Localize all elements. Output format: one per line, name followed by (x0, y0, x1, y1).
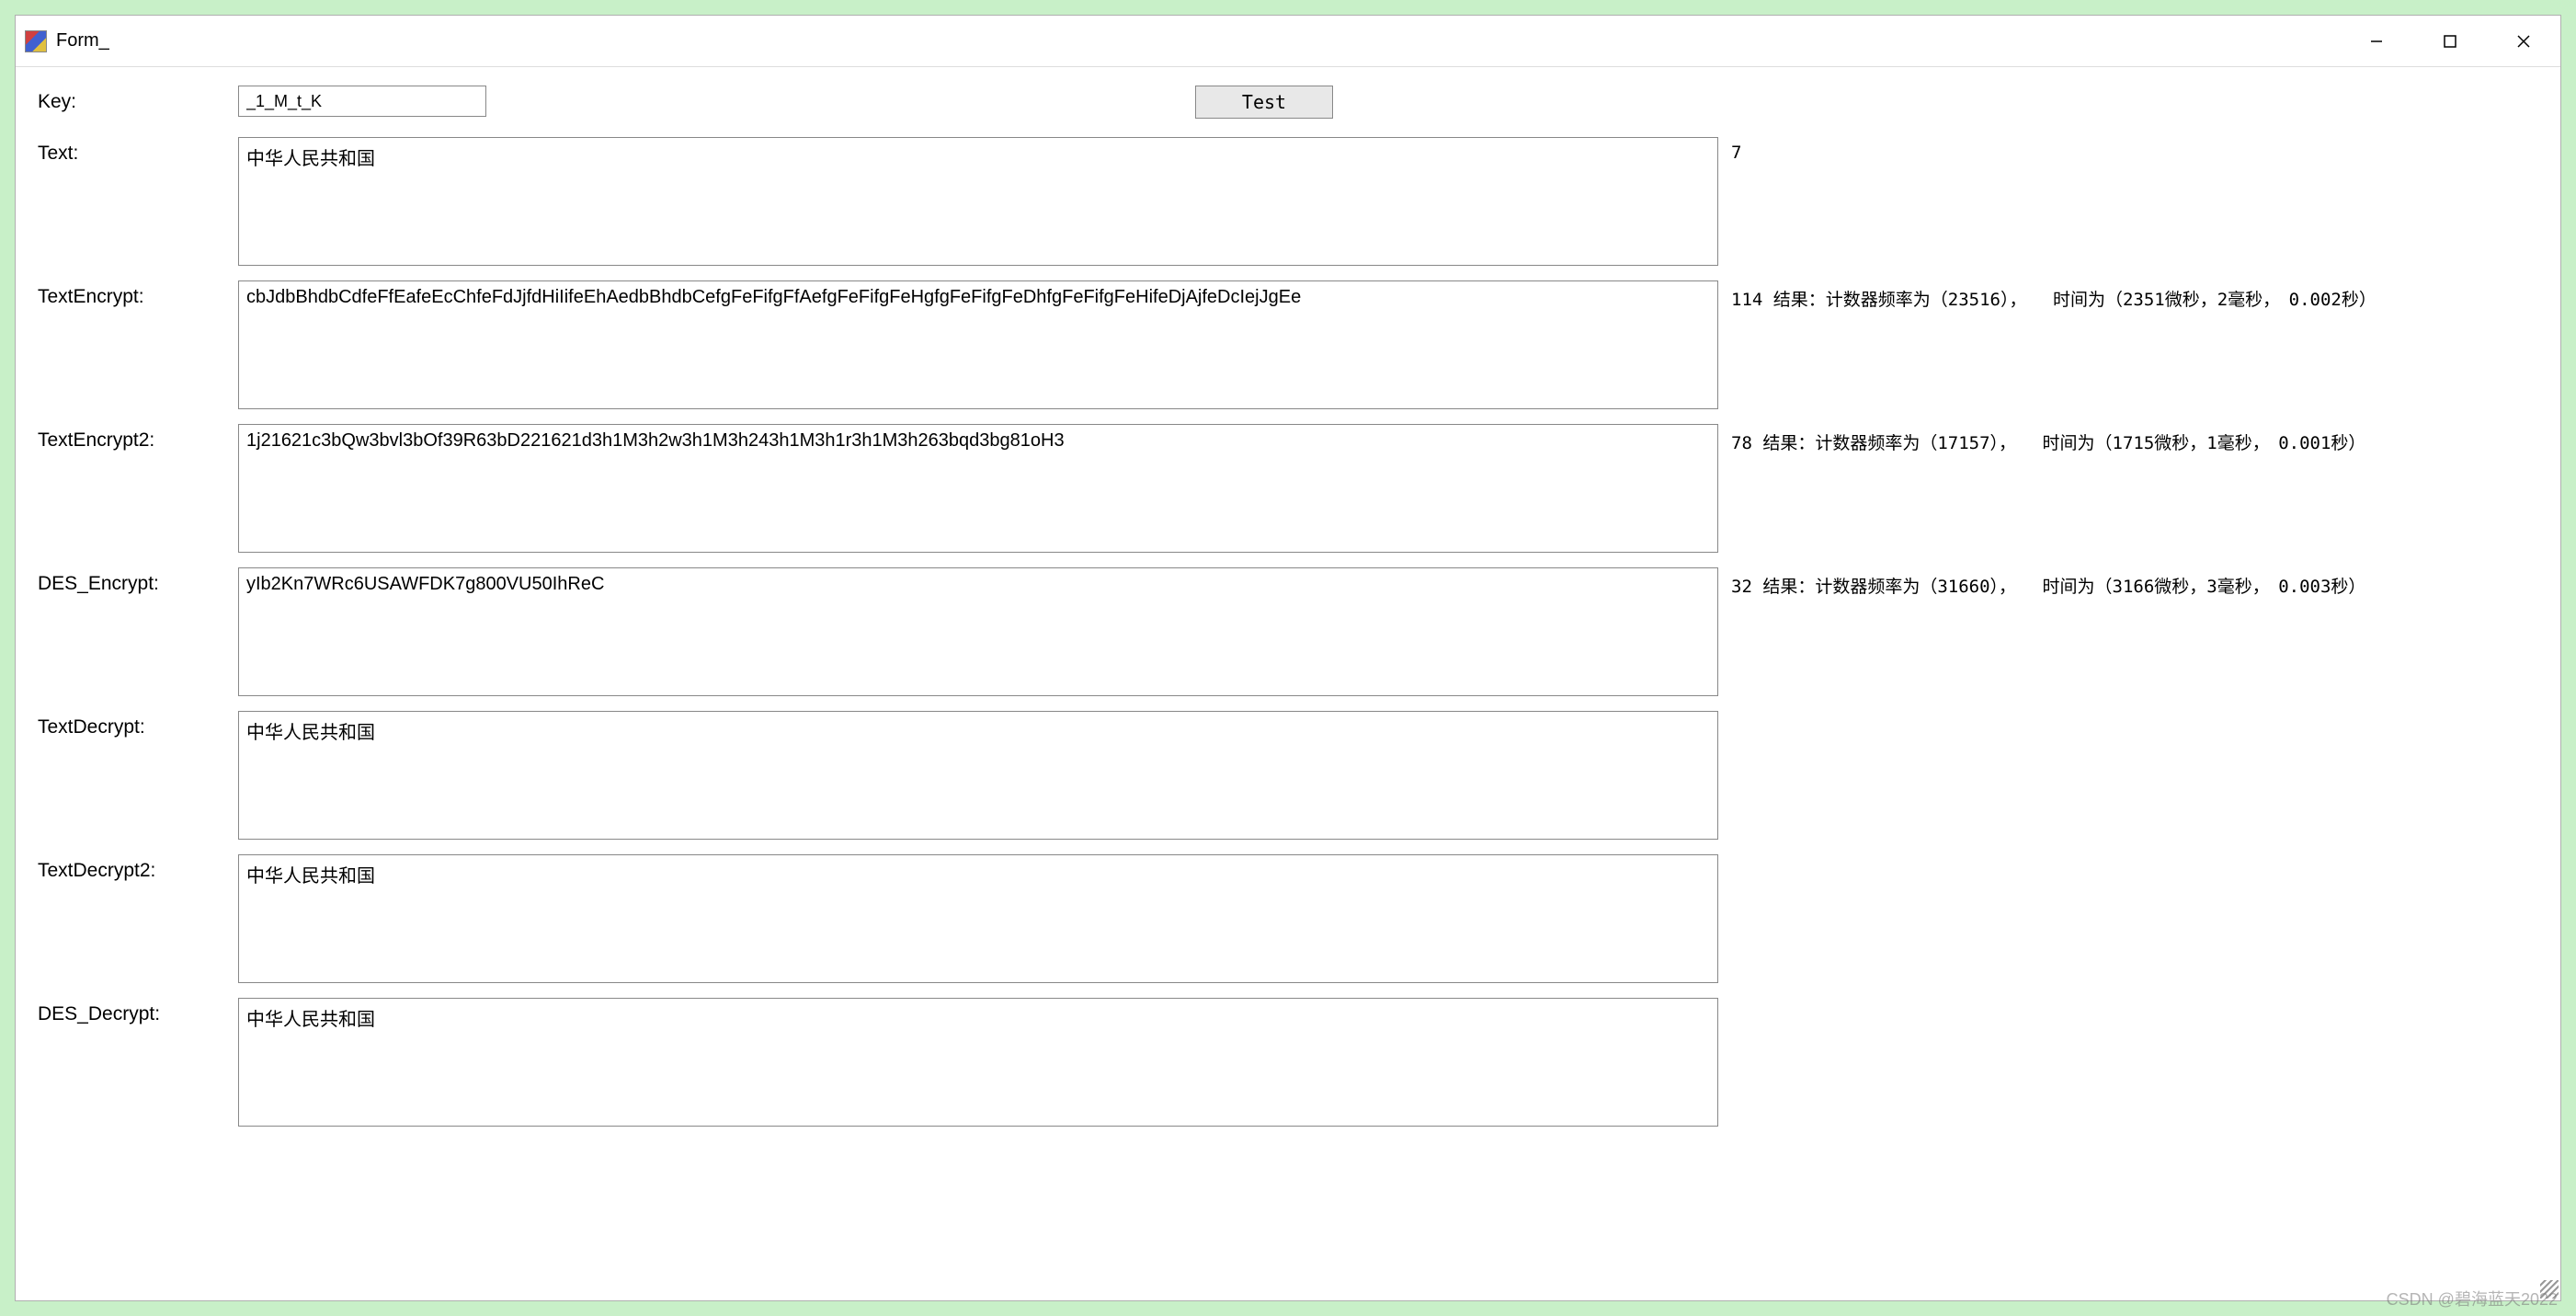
text-label: Text: (38, 137, 238, 165)
text-encrypt-label: TextEncrypt: (38, 280, 238, 308)
text-encrypt-info: 114 结果：计数器频率为（23516）， 时间为（2351微秒，2毫秒， 0.… (1731, 280, 2377, 311)
text-info: 7 (1731, 137, 1741, 163)
des-decrypt-row: DES_Decrypt: (38, 998, 2538, 1127)
titlebar: Form_ (16, 16, 2560, 67)
des-decrypt-input[interactable] (238, 998, 1718, 1127)
text-row: Text: 7 (38, 137, 2538, 266)
text-encrypt2-label: TextEncrypt2: (38, 424, 238, 452)
form-content: Key: Test Text: 7 TextEncrypt: 114 结果：计数… (16, 67, 2560, 1300)
des-encrypt-label: DES_Encrypt: (38, 567, 238, 595)
minimize-button[interactable] (2340, 16, 2413, 66)
text-decrypt-row: TextDecrypt: (38, 711, 2538, 840)
test-button-wrap: Test (486, 86, 2042, 119)
app-window: Form_ Key: Test Text: 7 (15, 15, 2561, 1301)
maximize-button[interactable] (2413, 16, 2487, 66)
close-icon (2516, 34, 2531, 49)
text-decrypt2-input[interactable] (238, 854, 1718, 983)
text-input[interactable] (238, 137, 1718, 266)
text-encrypt-input[interactable] (238, 280, 1718, 409)
titlebar-left: Form_ (25, 30, 109, 52)
key-label: Key: (38, 86, 238, 113)
des-encrypt-input[interactable] (238, 567, 1718, 696)
close-button[interactable] (2487, 16, 2560, 66)
text-decrypt2-label: TextDecrypt2: (38, 854, 238, 882)
key-input[interactable] (238, 86, 486, 117)
des-encrypt-row: DES_Encrypt: 32 结果：计数器频率为（31660）， 时间为（31… (38, 567, 2538, 696)
text-decrypt-input[interactable] (238, 711, 1718, 840)
window-title: Form_ (56, 30, 109, 51)
window-controls (2340, 16, 2560, 66)
text-encrypt2-input[interactable] (238, 424, 1718, 553)
des-encrypt-info: 32 结果：计数器频率为（31660）， 时间为（3166微秒，3毫秒， 0.0… (1731, 567, 2365, 598)
text-encrypt2-row: TextEncrypt2: 78 结果：计数器频率为（17157）， 时间为（1… (38, 424, 2538, 553)
text-decrypt2-row: TextDecrypt2: (38, 854, 2538, 983)
test-button[interactable]: Test (1195, 86, 1333, 119)
watermark: CSDN @碧海蓝天2022 (2387, 1287, 2558, 1310)
app-icon (25, 30, 47, 52)
text-decrypt-label: TextDecrypt: (38, 711, 238, 738)
text-encrypt-row: TextEncrypt: 114 结果：计数器频率为（23516）， 时间为（2… (38, 280, 2538, 409)
minimize-icon (2369, 34, 2384, 49)
text-encrypt2-info: 78 结果：计数器频率为（17157）， 时间为（1715微秒，1毫秒， 0.0… (1731, 424, 2365, 454)
maximize-icon (2444, 35, 2456, 48)
key-row: Key: Test (38, 86, 2538, 119)
des-decrypt-label: DES_Decrypt: (38, 998, 238, 1025)
